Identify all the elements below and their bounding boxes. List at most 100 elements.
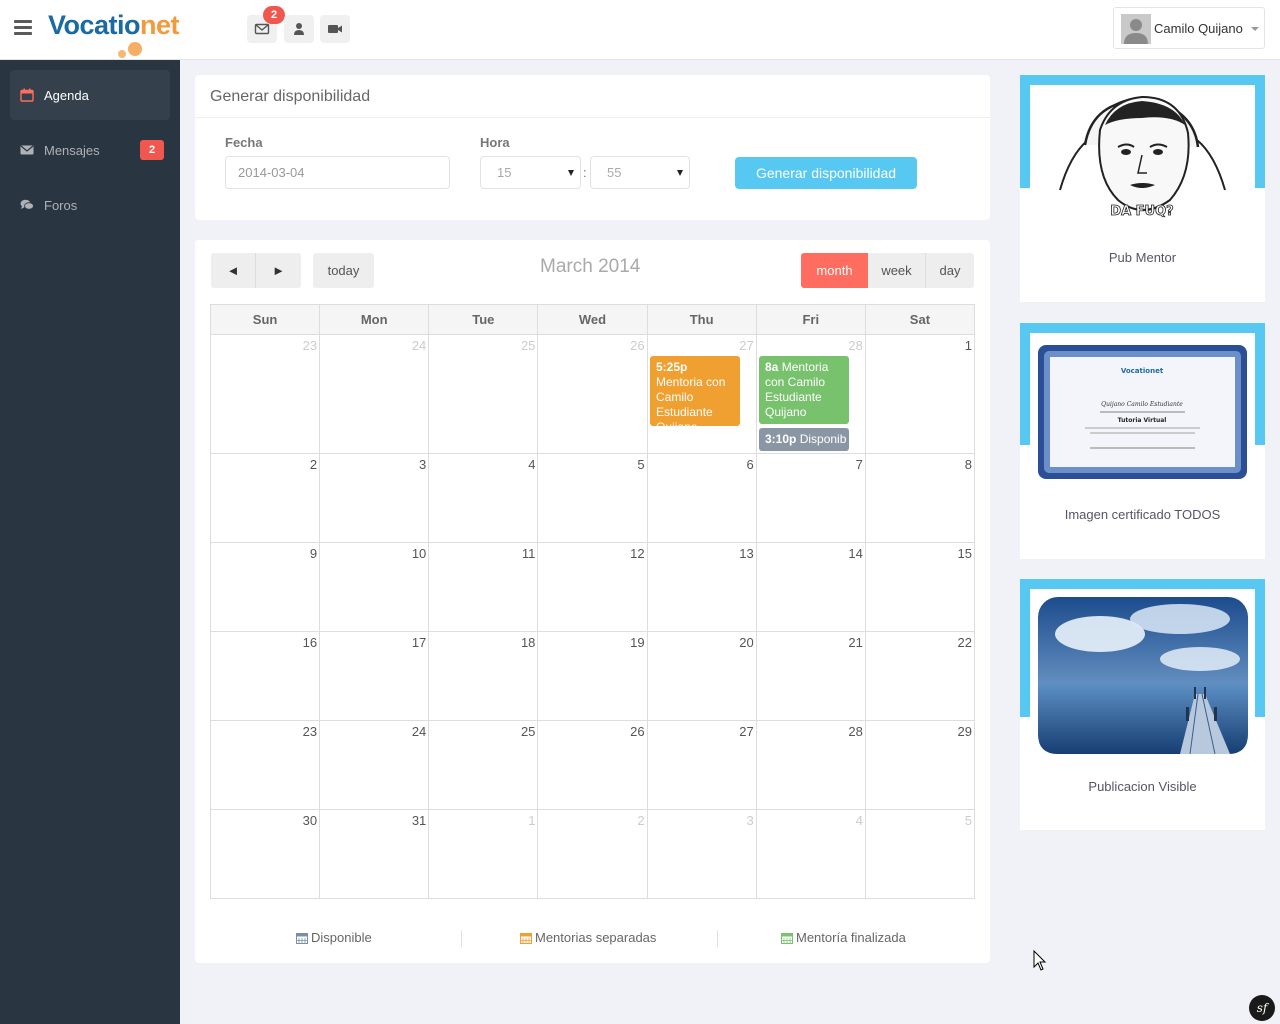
meme-face-image: DA FUQ? [1030, 85, 1255, 230]
day-cell[interactable]: 5 [538, 454, 648, 543]
time-separator: : [583, 165, 587, 180]
svg-text:Vocationet: Vocationet [1121, 367, 1164, 375]
day-number: 25 [520, 338, 536, 353]
divider [195, 117, 990, 118]
day-number: 19 [630, 635, 645, 650]
logo-accent-text: net [140, 10, 180, 40]
day-cell[interactable]: 4 [756, 810, 866, 899]
day-cell[interactable]: 26 [538, 335, 648, 454]
day-cell[interactable]: 29 [865, 721, 975, 810]
day-cell[interactable]: 20 [647, 632, 757, 721]
symfony-toolbar-icon[interactable]: sf [1249, 995, 1275, 1021]
day-cell[interactable]: 30 [211, 810, 321, 899]
day-number: 12 [630, 546, 645, 561]
minute-value: 55 [607, 165, 622, 180]
day-number: 22 [957, 635, 972, 650]
day-number: 23 [302, 338, 318, 353]
day-cell[interactable]: 6 [647, 454, 757, 543]
week-view-button[interactable]: week [868, 253, 926, 288]
minute-select[interactable]: 55 [590, 156, 690, 189]
video-button[interactable] [320, 15, 350, 43]
day-number: 21 [848, 635, 863, 650]
day-number: 30 [302, 813, 318, 828]
calendar-event[interactable]: 3:10p Disponib [759, 428, 849, 451]
day-cell[interactable]: 24 [320, 721, 430, 810]
generate-availability-button[interactable]: Generar disponibilidad [735, 157, 917, 189]
day-cell[interactable]: 18 [429, 632, 539, 721]
month-view-button[interactable]: month [801, 253, 868, 288]
vocationet-logo[interactable]: Vocationet [48, 6, 188, 58]
day-number: 24 [411, 724, 427, 739]
day-cell[interactable]: 19 [538, 632, 648, 721]
day-cell[interactable]: 1 [865, 335, 975, 454]
day-cell[interactable]: 28 [756, 721, 866, 810]
menu-toggle-icon[interactable] [14, 20, 32, 36]
publication-card[interactable]: DA FUQ? Pub Mentor [1020, 75, 1265, 302]
day-number: 18 [520, 635, 536, 650]
day-cell[interactable]: 3 [320, 454, 430, 543]
logo-main-text: Vocatio [48, 10, 141, 40]
day-cell[interactable]: 2 [211, 454, 321, 543]
day-number: 6 [746, 457, 754, 472]
hour-select[interactable]: 15 [480, 156, 581, 189]
calendar-grid: Sun Mon Tue Wed Thu Fri Sat 23 24 25 26 27 28 1 2 3 4 5 6… [210, 304, 975, 899]
day-cell[interactable]: 10 [320, 543, 430, 632]
today-button[interactable]: today [313, 253, 374, 288]
chevron-down-icon [1251, 27, 1259, 31]
calendar-event[interactable]: 8a Mentoria con Camilo Estudiante Quijan… [759, 356, 849, 424]
calendar-icon [296, 932, 308, 944]
day-cell[interactable]: 27 [647, 721, 757, 810]
day-cell[interactable]: 31 [320, 810, 430, 899]
day-cell[interactable]: 2 [538, 810, 648, 899]
legend-label: Mentorias separadas [535, 930, 657, 945]
day-view-button[interactable]: day [926, 253, 974, 288]
fecha-input[interactable]: 2014-03-04 [225, 156, 450, 189]
day-cell[interactable]: 15 [865, 543, 975, 632]
sidebar-item-mensajes[interactable]: Mensajes 2 [10, 125, 170, 175]
day-cell[interactable]: 26 [538, 721, 648, 810]
day-cell[interactable]: 22 [865, 632, 975, 721]
day-cell[interactable]: 13 [647, 543, 757, 632]
day-cell[interactable]: 23 [211, 721, 321, 810]
day-cell[interactable]: 25 [429, 335, 539, 454]
video-camera-icon [328, 25, 342, 33]
sidebar-item-agenda[interactable]: Agenda [10, 70, 170, 120]
day-cell[interactable]: 5 [865, 810, 975, 899]
day-cell[interactable]: 17 [320, 632, 430, 721]
hour-value: 15 [497, 165, 512, 180]
day-cell[interactable]: 9 [211, 543, 321, 632]
day-cell[interactable]: 3 [647, 810, 757, 899]
publication-card[interactable]: Vocationet Quijano Camilo Estudiante Tut… [1020, 323, 1265, 559]
day-cell[interactable]: 16 [211, 632, 321, 721]
calendar-panel: ◄ ► today March 2014 month week day Sun M… [195, 240, 990, 963]
day-cell[interactable]: 7 [756, 454, 866, 543]
day-number: 17 [411, 635, 427, 650]
day-number: 26 [630, 338, 645, 353]
day-cell[interactable]: 21 [756, 632, 866, 721]
certificate-image: Vocationet Quijano Camilo Estudiante Tut… [1030, 333, 1255, 488]
day-cell[interactable]: 14 [756, 543, 866, 632]
prev-month-button[interactable]: ◄ [211, 253, 256, 288]
day-cell[interactable]: 25 [429, 721, 539, 810]
generate-availability-panel: Generar disponibilidad Fecha 2014-03-04 … [195, 75, 990, 220]
day-cell[interactable]: 8 [865, 454, 975, 543]
week-row: 30 31 1 2 3 4 5 [210, 810, 975, 899]
weekday-label: Sat [909, 312, 931, 327]
day-cell[interactable]: 23 [211, 335, 321, 454]
day-cell[interactable]: 1 [429, 810, 539, 899]
user-menu[interactable]: Camilo Quijano [1113, 7, 1265, 49]
card-label: Imagen certificado TODOS [1064, 507, 1221, 522]
messages-count-badge: 2 [140, 140, 164, 160]
day-cell[interactable]: 4 [429, 454, 539, 543]
day-number: 2 [637, 813, 645, 828]
profile-button[interactable] [284, 15, 314, 43]
day-cell[interactable]: 12 [538, 543, 648, 632]
sidebar-item-foros[interactable]: Foros [10, 180, 170, 230]
calendar-event[interactable]: 5:25p Mentoria con Camilo Estudiante Qui… [650, 356, 740, 426]
sidebar-item-label: Foros [44, 197, 78, 213]
day-cell[interactable]: 11 [429, 543, 539, 632]
caret-down-icon [568, 170, 574, 176]
next-month-button[interactable]: ► [256, 253, 301, 288]
publication-card[interactable]: Publicacion Visible [1020, 579, 1265, 830]
day-cell[interactable]: 24 [320, 335, 430, 454]
